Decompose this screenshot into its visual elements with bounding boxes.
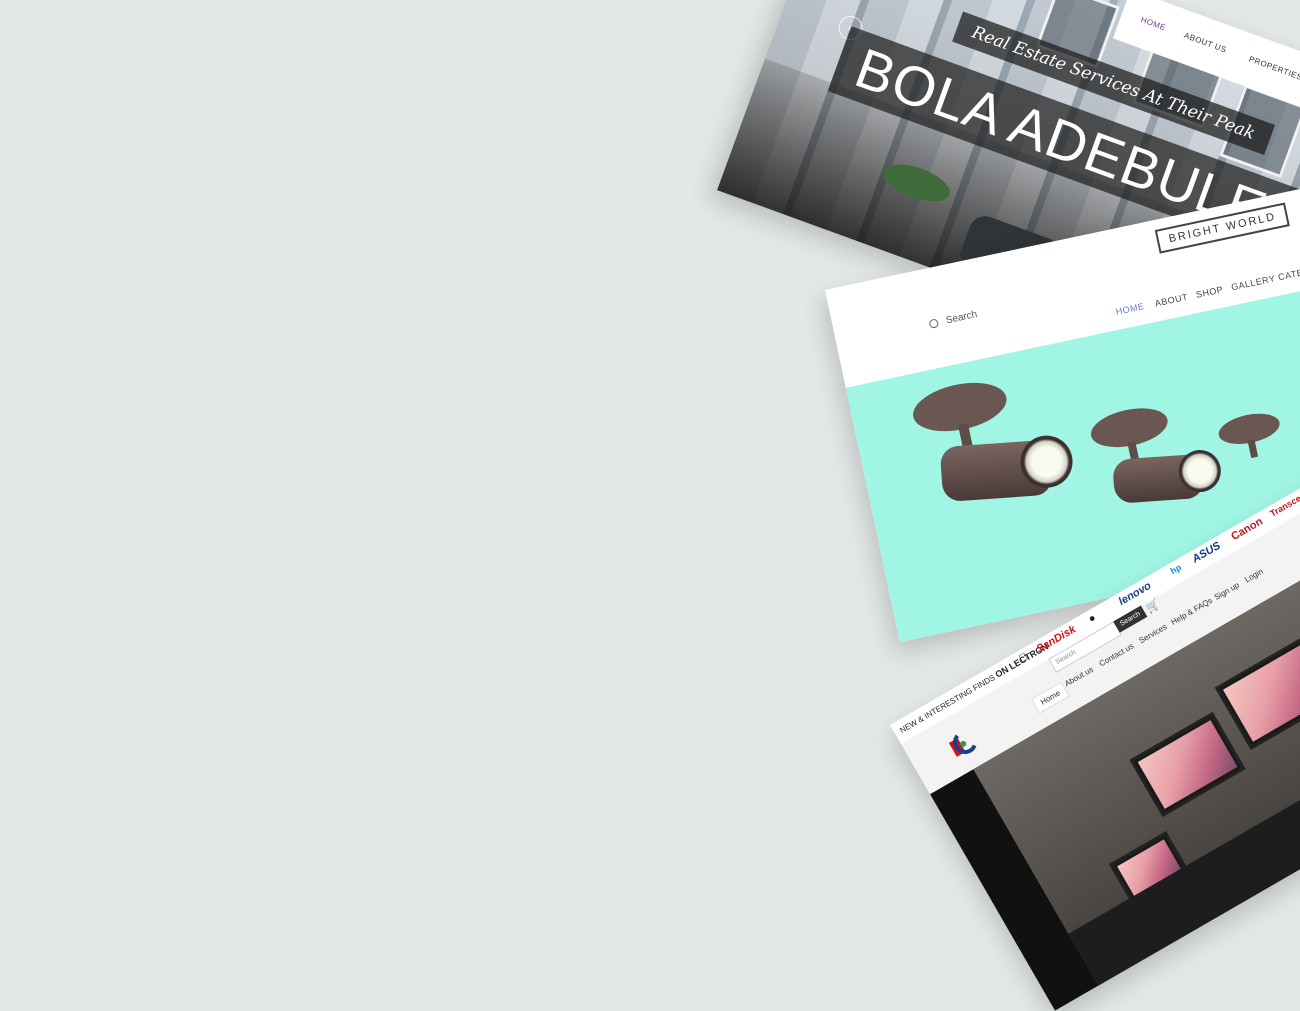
nav-about[interactable]: ABOUT bbox=[1154, 292, 1189, 309]
nav-properties[interactable]: PROPERTIES bbox=[1248, 54, 1300, 82]
nav-services[interactable]: Services bbox=[1137, 622, 1168, 645]
nav-about-us[interactable]: About us bbox=[1063, 665, 1095, 689]
brand-hp: hp bbox=[1168, 562, 1184, 577]
nav-gallery[interactable]: GALLERY bbox=[1230, 273, 1276, 292]
lectron-logo-icon[interactable] bbox=[945, 727, 981, 763]
nav-help-faqs[interactable]: Help & FAQs bbox=[1169, 596, 1214, 627]
nav-home[interactable]: HOME bbox=[1115, 301, 1145, 317]
nav-sign-up[interactable]: Sign up bbox=[1213, 580, 1241, 601]
ticker-text: NEW & INTERESTING FINDS bbox=[898, 672, 997, 735]
nav-category[interactable]: CATEGORY bbox=[1277, 261, 1300, 282]
dell-icon: ● bbox=[1086, 611, 1099, 626]
lamp-stem bbox=[1247, 438, 1259, 459]
search-placeholder: Search bbox=[944, 309, 979, 327]
nav-home[interactable]: HOME bbox=[1140, 15, 1168, 32]
search-box[interactable]: Search bbox=[928, 309, 978, 330]
nav-login[interactable]: Login bbox=[1243, 567, 1264, 585]
nav-about-us[interactable]: ABOUT US bbox=[1183, 31, 1228, 55]
nav-home[interactable]: Home bbox=[1030, 681, 1071, 714]
search-icon bbox=[928, 318, 940, 329]
nav-shop[interactable]: SHOP bbox=[1195, 284, 1224, 300]
